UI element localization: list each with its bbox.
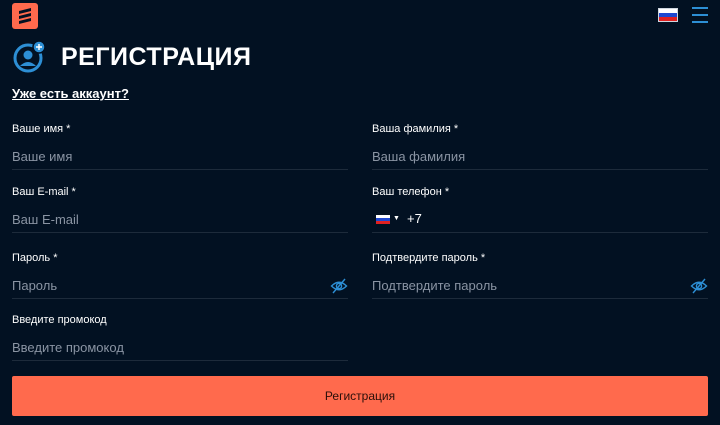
first-name-field-group: Ваше имя * [12,122,348,170]
chevron-down-icon[interactable]: ▼ [393,215,400,222]
email-input[interactable] [12,209,348,229]
hamburger-menu-icon[interactable] [692,7,708,23]
brand-logo-icon[interactable] [12,3,38,29]
user-add-icon [12,40,46,74]
language-flag-icon[interactable] [658,8,678,22]
phone-input[interactable]: +7 [407,209,422,229]
promo-input[interactable] [12,337,348,357]
password-input[interactable] [12,275,348,295]
phone-field-group: Ваш телефон * ▼ +7 [372,185,708,233]
password-field-group: Пароль * [12,251,348,299]
first-name-underline [12,169,348,170]
promo-label: Введите промокод [12,314,107,326]
first-name-label: Ваше имя * [12,123,71,135]
eye-off-icon[interactable] [330,277,348,295]
confirm-password-label: Подтвердите пароль * [372,252,486,264]
confirm-password-field-group: Подтвердите пароль * [372,251,708,299]
phone-country-flag-icon[interactable] [376,215,390,224]
email-field-group: Ваш E-mail * [12,185,348,233]
page-title: РЕГИСТРАЦИЯ [61,43,252,71]
confirm-password-underline [372,298,708,299]
last-name-underline [372,169,708,170]
password-label: Пароль * [12,252,58,264]
last-name-label: Ваша фамилия * [372,123,459,135]
last-name-input[interactable] [372,146,708,166]
phone-underline [372,232,708,233]
phone-label: Ваш телефон * [372,186,450,198]
promo-underline [12,360,348,361]
last-name-field-group: Ваша фамилия * [372,122,708,170]
eye-off-icon[interactable] [690,277,708,295]
register-button[interactable]: Регистрация [12,376,708,416]
password-underline [12,298,348,299]
first-name-input[interactable] [12,146,348,166]
promo-field-group: Введите промокод [12,313,348,361]
login-link[interactable]: Уже есть аккаунт? [12,86,129,102]
page-header: РЕГИСТРАЦИЯ [12,40,612,74]
top-bar [0,0,720,34]
confirm-password-input[interactable] [372,275,708,295]
email-label: Ваш E-mail * [12,186,76,198]
email-underline [12,232,348,233]
